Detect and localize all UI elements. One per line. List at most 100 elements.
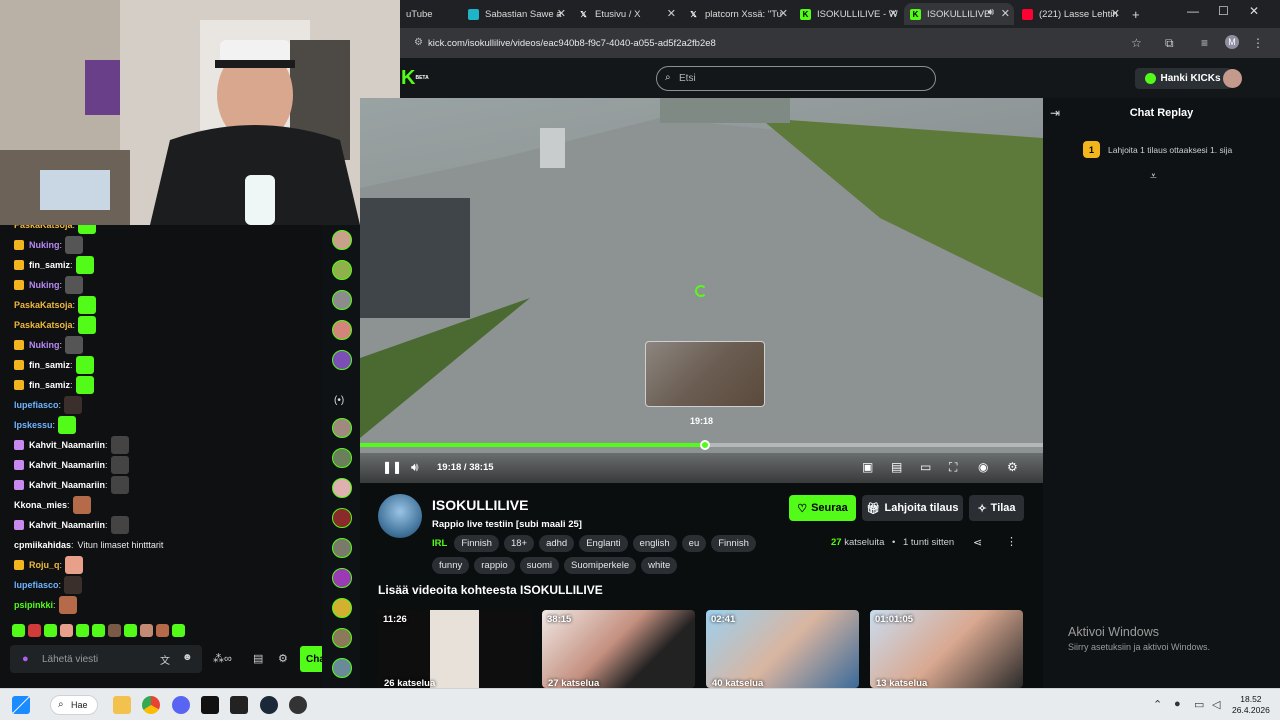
emote-icon[interactable] xyxy=(12,624,25,637)
emote-icon[interactable] xyxy=(108,624,121,637)
tag-chip[interactable]: white xyxy=(641,557,678,574)
discord-icon[interactable] xyxy=(172,696,190,714)
taskbar-search[interactable]: ⌕ Hae xyxy=(50,695,98,715)
chat-message-input[interactable]: ● Lähetä viesti 文 ☻ xyxy=(10,645,202,673)
microphone-icon[interactable]: ● xyxy=(22,653,29,665)
tag-chip[interactable]: eu xyxy=(681,535,707,552)
chat-username[interactable]: Kahvit_Naamariin xyxy=(29,460,105,470)
emote-icon[interactable] xyxy=(124,624,137,637)
tag-chip[interactable]: funny xyxy=(432,557,470,574)
channel-avatar[interactable] xyxy=(332,350,352,370)
chat-username[interactable]: Nuking xyxy=(29,240,60,250)
video-thumbnail[interactable]: 11:26 26 katselua xyxy=(378,610,531,688)
network-icon[interactable]: ▭ xyxy=(1194,698,1204,711)
progress-knob[interactable] xyxy=(699,440,710,450)
theater-icon[interactable]: ▤ xyxy=(891,460,902,474)
chat-username[interactable]: Nuking xyxy=(29,340,60,350)
chat-username[interactable]: Kahvit_Naamariin xyxy=(29,480,105,490)
get-kicks-button[interactable]: Hanki KICKs xyxy=(1135,68,1231,89)
settings-gear-icon[interactable]: ⚙ xyxy=(278,652,288,665)
channel-avatar[interactable] xyxy=(332,628,352,648)
browser-tab[interactable]: Sabastian Sawe a ✕ xyxy=(462,3,570,25)
close-icon[interactable]: ✕ xyxy=(667,7,676,20)
browser-tab[interactable]: uTube xyxy=(400,3,460,25)
chat-username[interactable]: Kkona_mies xyxy=(14,500,67,510)
chrome-icon[interactable] xyxy=(142,696,160,714)
user-avatar[interactable] xyxy=(1223,69,1242,88)
chat-username[interactable]: cpmiikahidas xyxy=(14,540,71,550)
microphone-icon[interactable]: ● xyxy=(1174,698,1181,710)
bookmark-star-icon[interactable]: ☆ xyxy=(1131,36,1142,50)
channel-avatar[interactable] xyxy=(332,418,352,438)
channel-avatar[interactable] xyxy=(332,448,352,468)
tag-chip[interactable]: Englanti xyxy=(579,535,628,552)
emote-icon[interactable] xyxy=(60,624,73,637)
tag-chip[interactable]: 18+ xyxy=(503,535,535,552)
search-input[interactable]: ⌕ Etsi xyxy=(656,66,936,91)
emoji-icon[interactable]: ☻ xyxy=(182,652,193,663)
file-explorer-icon[interactable] xyxy=(113,696,131,714)
video-thumbnail[interactable]: 01:01:05 13 katselua xyxy=(870,610,1023,688)
channel-avatar[interactable] xyxy=(332,478,352,498)
emote-icon[interactable] xyxy=(172,624,185,637)
pause-icon[interactable]: ❚❚ xyxy=(382,460,402,474)
browser-tab[interactable]: K ISOKULLILIVE - W ✕ xyxy=(794,3,902,25)
channel-avatar[interactable] xyxy=(332,260,352,280)
category-link[interactable]: IRL xyxy=(432,538,447,549)
emote-icon[interactable] xyxy=(28,624,41,637)
volume-icon[interactable]: 🔊︎ xyxy=(411,460,419,475)
channel-name[interactable]: ISOKULLILIVE xyxy=(432,497,528,513)
steam-icon[interactable] xyxy=(260,696,278,714)
x-app-icon[interactable] xyxy=(201,696,219,714)
gift-sub-button[interactable]: 🎁︎ Lahjoita tilaus xyxy=(862,495,963,521)
minimize-icon[interactable]: — xyxy=(1187,4,1199,18)
tag-chip[interactable]: Finnish xyxy=(454,535,499,552)
start-menu-icon[interactable] xyxy=(12,696,30,714)
tag-chip[interactable]: Finnish xyxy=(711,535,756,552)
browser-tab[interactable]: 𝕏platcorn Xssä: "Tu ✕ xyxy=(682,3,792,25)
obs-icon[interactable] xyxy=(289,696,307,714)
site-settings-icon[interactable]: ⚙ xyxy=(414,37,423,48)
tag-chip[interactable]: english xyxy=(632,535,677,552)
tag-chip[interactable]: adhd xyxy=(539,535,575,552)
follow-button[interactable]: ♡ Seuraa xyxy=(789,495,856,521)
close-window-icon[interactable]: ✕ xyxy=(1249,4,1259,18)
more-options-icon[interactable]: ⋮ xyxy=(1006,535,1017,548)
channel-avatar[interactable] xyxy=(332,230,352,250)
channel-avatar[interactable] xyxy=(332,290,352,310)
chat-username[interactable]: PaskaKatsoja xyxy=(14,300,73,310)
tray-overflow-icon[interactable]: ⌃ xyxy=(1153,698,1162,711)
clip-icon[interactable]: ▣ xyxy=(862,460,873,474)
expand-icon[interactable]: ⩡ xyxy=(1150,169,1157,184)
store-icon[interactable]: ▤ xyxy=(253,652,263,665)
menu-dots-icon[interactable]: ⋮ xyxy=(1252,36,1264,50)
fullscreen-icon[interactable]: ⛶ xyxy=(949,460,957,475)
close-icon[interactable]: ✕ xyxy=(1001,7,1010,20)
close-icon[interactable]: ✕ xyxy=(557,7,566,20)
group-icon[interactable]: ⁂∞ xyxy=(213,652,232,665)
channel-avatar[interactable] xyxy=(332,320,352,340)
share-icon[interactable]: ⋖ xyxy=(973,536,982,549)
emote-icon[interactable] xyxy=(140,624,153,637)
volume-icon[interactable]: ◁ xyxy=(1212,698,1220,711)
video-player[interactable]: 19:18 ❚❚ 🔊︎ 19:18 / 38:15 ▣ ▤ ▭ ⛶ ◉ ⚙ xyxy=(360,98,1043,483)
miniplayer-icon[interactable]: ▭ xyxy=(920,460,931,474)
url-field[interactable]: ⚙ kick.com/isokullilive/videos/eac940b8-… xyxy=(406,32,1126,54)
settings-gear-icon[interactable]: ⚙ xyxy=(1007,460,1018,474)
chat-username[interactable]: PaskaKatsoja xyxy=(14,225,73,230)
translate-icon[interactable]: 文 xyxy=(160,652,170,667)
speaker-icon[interactable]: 🔊︎ xyxy=(988,7,994,18)
emote-icon[interactable] xyxy=(76,624,89,637)
taskbar-clock[interactable]: 18.52 26.4.2026 xyxy=(1232,694,1270,716)
gift-leaderboard[interactable]: 1 Lahjoita 1 tilaus ottaaksesi 1. sija xyxy=(1083,141,1232,158)
profile-avatar[interactable]: M xyxy=(1225,35,1239,49)
channel-avatar[interactable] xyxy=(332,598,352,618)
emote-icon[interactable] xyxy=(92,624,105,637)
app-icon[interactable] xyxy=(230,696,248,714)
chat-username[interactable]: Kahvit_Naamariin xyxy=(29,440,105,450)
maximize-icon[interactable]: ☐ xyxy=(1218,4,1229,18)
video-thumbnail[interactable]: 38:15 27 katselua xyxy=(542,610,695,688)
speed-icon[interactable]: ◉ xyxy=(978,460,988,474)
close-icon[interactable]: ✕ xyxy=(889,7,898,20)
chat-username[interactable]: fin_samiz xyxy=(29,360,70,370)
